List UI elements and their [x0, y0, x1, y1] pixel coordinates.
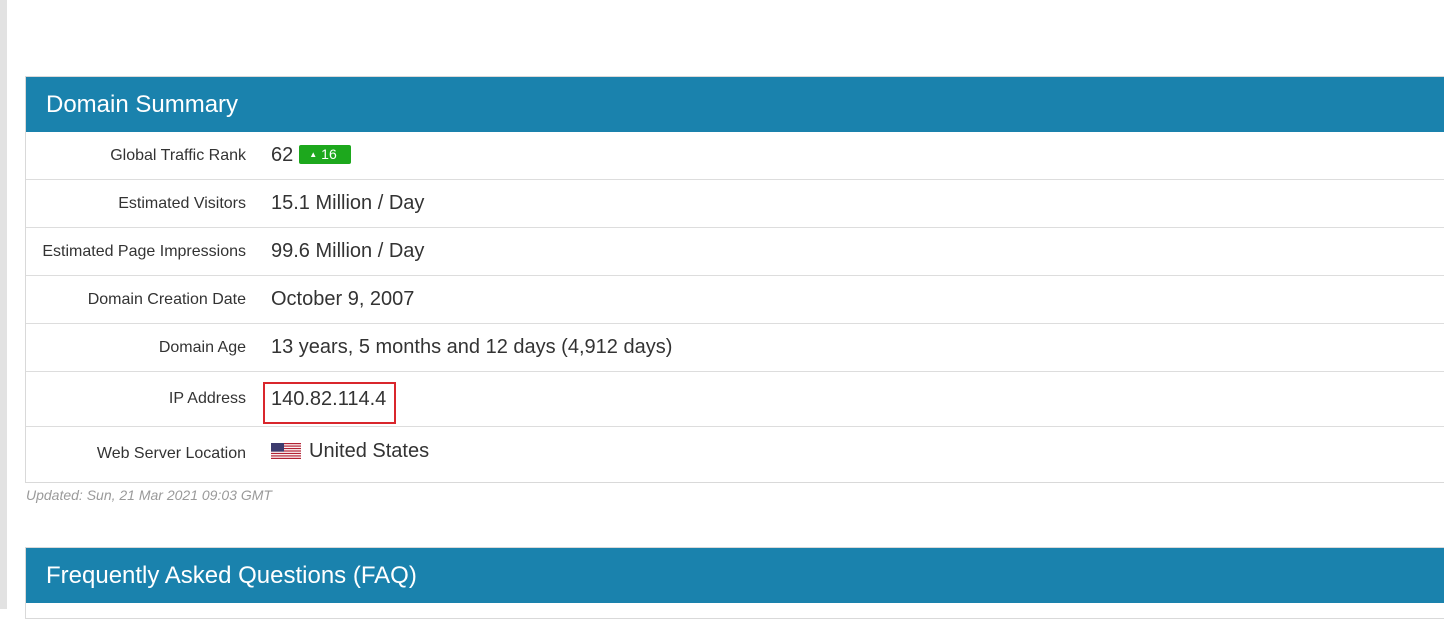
global-traffic-rank-value: 62 ▲ 16: [271, 144, 351, 167]
triangle-up-icon: ▲: [309, 150, 318, 160]
domain-summary-panel: Domain Summary Global Traffic Rank 62 ▲ 16…: [25, 76, 1444, 483]
domain-age-label: Domain Age: [158, 339, 246, 356]
domain-creation-date-label: Domain Creation Date: [87, 291, 246, 308]
row-estimated-page-impressions: Estimated Page Impressions 99.6 Million …: [26, 228, 1444, 276]
row-global-traffic-rank: Global Traffic Rank 62 ▲ 16: [26, 132, 1444, 180]
row-domain-age: Domain Age 13 years, 5 months and 12 day…: [26, 324, 1444, 372]
faq-header: Frequently Asked Questions (FAQ): [26, 548, 1444, 603]
estimated-page-impressions-label: Estimated Page Impressions: [42, 243, 246, 260]
row-estimated-visitors: Estimated Visitors 15.1 Million / Day: [26, 180, 1444, 228]
ip-address-label: IP Address: [168, 390, 246, 407]
row-ip-address: IP Address 140.82.114.4: [26, 372, 1444, 427]
row-web-server-location: Web Server Location United States: [26, 427, 1444, 481]
row-domain-creation-date: Domain Creation Date October 9, 2007: [26, 276, 1444, 324]
domain-creation-date-value: October 9, 2007: [271, 288, 415, 310]
global-traffic-rank-label: Global Traffic Rank: [110, 147, 246, 164]
domain-age-value: 13 years, 5 months and 12 days (4,912 da…: [271, 336, 673, 358]
rank-change-badge: ▲ 16: [299, 145, 351, 165]
domain-summary-header: Domain Summary: [26, 77, 1444, 132]
faq-panel: Frequently Asked Questions (FAQ): [25, 547, 1444, 619]
updated-timestamp: Updated: Sun, 21 Mar 2021 09:03 GMT: [26, 487, 272, 503]
rank-change-value: 16: [321, 146, 337, 163]
traffic-rank-number: 62: [271, 144, 294, 166]
left-scroll-rail: [0, 0, 7, 609]
web-server-location-label: Web Server Location: [96, 445, 246, 462]
us-flag-icon: [271, 442, 301, 459]
estimated-visitors-value: 15.1 Million / Day: [271, 192, 425, 214]
estimated-visitors-label: Estimated Visitors: [118, 195, 246, 212]
ip-highlight-box: [263, 382, 396, 424]
estimated-page-impressions-value: 99.6 Million / Day: [271, 240, 425, 262]
web-server-location-value: United States: [271, 440, 429, 463]
web-server-location-text: United States: [309, 440, 430, 462]
